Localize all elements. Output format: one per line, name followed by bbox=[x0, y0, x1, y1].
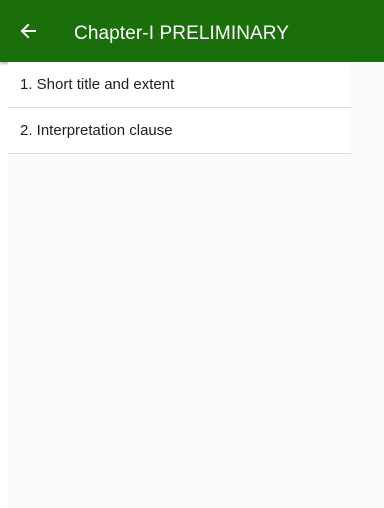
app-bar: Chapter-I PRELIMINARY bbox=[0, 0, 384, 62]
content-area: 1. Short title and extent 2. Interpretat… bbox=[8, 62, 384, 508]
back-button[interactable] bbox=[14, 17, 42, 45]
page-title: Chapter-I PRELIMINARY bbox=[74, 23, 290, 44]
arrow-left-icon bbox=[20, 23, 36, 39]
section-item-short-title[interactable]: 1. Short title and extent bbox=[8, 62, 351, 108]
section-item-interpretation-clause[interactable]: 2. Interpretation clause bbox=[8, 108, 351, 154]
section-list: 1. Short title and extent 2. Interpretat… bbox=[8, 62, 351, 154]
